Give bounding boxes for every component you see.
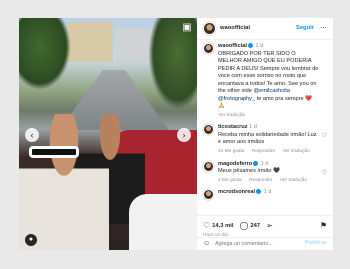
comment-likes[interactable]: 4 Me gusta xyxy=(218,178,242,183)
heart-icon[interactable]: ♡ xyxy=(322,132,327,140)
share-icon[interactable]: ➢ xyxy=(266,221,273,232)
comment-username[interactable]: ticostacruz xyxy=(218,124,248,130)
bookmark-icon[interactable]: ⚑ xyxy=(320,221,327,232)
verified-badge-icon xyxy=(256,189,261,195)
caption: waoofficial 1 d OBRIGADO POR TER SIDO O … xyxy=(203,43,327,119)
heart-icon[interactable]: ♡ xyxy=(203,221,210,232)
heart-icon[interactable]: ♡ xyxy=(322,169,327,177)
like-count: 14,3 mil xyxy=(212,222,234,229)
avatar[interactable] xyxy=(203,160,214,172)
ellipsis-icon[interactable]: ⋯ xyxy=(320,24,327,33)
comment-input[interactable] xyxy=(215,241,305,247)
see-translation-link[interactable]: Ver tradução xyxy=(218,113,245,118)
comment-time: 1 d xyxy=(249,124,257,131)
list-item: mcrodsonreal 1 d xyxy=(203,189,327,201)
post-comment-button[interactable]: Publicar xyxy=(305,240,327,248)
comment-username[interactable]: magodeferro xyxy=(218,161,252,167)
share-action[interactable]: ➢ xyxy=(266,221,275,232)
post-header: waoofficial Seguir ⋯ xyxy=(197,18,333,40)
comment-likes[interactable]: 41 Me gusta xyxy=(218,149,244,154)
reel-icon: ▣ xyxy=(182,22,192,33)
building-shape xyxy=(67,22,113,62)
tagged-user-icon[interactable]: ● xyxy=(25,234,37,246)
emoji-icon[interactable]: ☺ xyxy=(203,239,210,248)
caption-username[interactable]: waoofficial xyxy=(218,43,247,49)
comments-list[interactable]: waoofficial 1 d OBRIGADO POR TER SIDO O … xyxy=(197,40,333,214)
like-action[interactable]: ♡ 14,3 mil xyxy=(203,221,233,232)
avatar[interactable] xyxy=(203,189,214,201)
avatar[interactable] xyxy=(203,43,214,54)
see-translation-link[interactable]: Ver tradução xyxy=(280,178,307,183)
comment-count: 247 xyxy=(250,222,261,229)
see-translation-link[interactable]: Ver tradução xyxy=(283,149,310,154)
comment-icon[interactable]: ◯ xyxy=(239,221,248,232)
legs-shape xyxy=(129,194,197,250)
avatar[interactable] xyxy=(203,124,214,136)
reply-button[interactable]: Responder xyxy=(249,178,272,183)
next-arrow-icon[interactable]: › xyxy=(177,128,191,142)
instagram-post-modal: ▣ ‹ › ● waoofficial Seguir ⋯ waoofficial… xyxy=(19,18,333,250)
post-side-panel: waoofficial Seguir ⋯ waoofficial 1 d OBR… xyxy=(197,18,333,250)
previous-arrow-icon[interactable]: ‹ xyxy=(25,128,39,142)
comment-text: Receba minha solidariedade irmão! Luz e … xyxy=(218,131,317,146)
comment-time: 1 d xyxy=(260,160,269,167)
comment-action[interactable]: ◯ 247 xyxy=(239,221,260,232)
follow-button[interactable]: Seguir xyxy=(296,25,314,33)
avatar[interactable] xyxy=(203,22,216,35)
post-photo[interactable]: ▣ ‹ › ● xyxy=(19,18,197,250)
caption-time: 1 d xyxy=(255,43,264,49)
post-username[interactable]: waoofficial xyxy=(220,25,250,33)
comment-time: 1 d xyxy=(263,189,272,196)
comment-username[interactable]: mcrodsonreal xyxy=(218,189,255,195)
tree-shape xyxy=(19,18,71,90)
verified-badge-icon xyxy=(253,160,259,166)
list-item: magodeferro 1 d Meus pêsames irmão 🖤 4 M… xyxy=(203,160,327,185)
comment-text: Meus pêsames irmão 🖤 xyxy=(218,168,280,175)
verified-badge-icon xyxy=(247,43,253,49)
comment-composer: ☺ Publicar xyxy=(197,237,333,250)
sunglasses-shape xyxy=(29,146,79,158)
list-item: ticostacruz 1 d Receba minha solidarieda… xyxy=(203,124,327,155)
reply-button[interactable]: Responder xyxy=(252,149,275,154)
